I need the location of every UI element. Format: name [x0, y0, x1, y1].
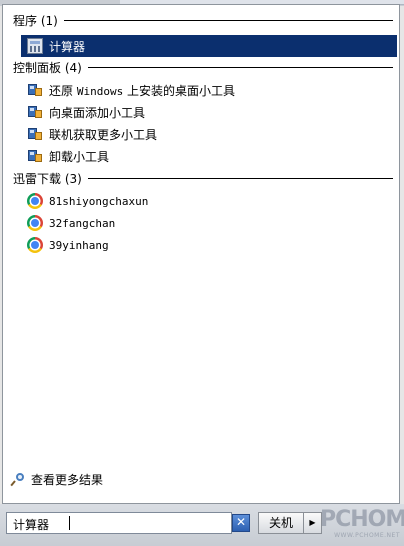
result-item-get-more-gadgets[interactable]: 联机获取更多小工具 [21, 123, 397, 145]
group-divider [63, 20, 393, 21]
result-item-uninstall-gadget[interactable]: 卸载小工具 [21, 145, 397, 167]
search-input[interactable]: 计算器 [6, 512, 232, 534]
group-header-control-panel: 控制面板 (4) [13, 58, 393, 76]
calculator-icon [27, 38, 43, 54]
chrome-icon [27, 237, 43, 253]
result-item-add-gadgets[interactable]: 向桌面添加小工具 [21, 101, 397, 123]
chevron-right-icon: ▶ [309, 518, 316, 527]
pchome-watermark: PCHOME WWW.PCHOME.NET [320, 507, 404, 544]
clear-search-button[interactable]: ✕ [232, 514, 250, 532]
shutdown-button[interactable]: 关机 [258, 512, 304, 534]
see-more-label: 查看更多结果 [31, 473, 104, 487]
start-menu-results-pane: 程序 (1) 计算器 控制面板 (4) 还原 Windows 上安装的桌面小工具… [2, 4, 400, 504]
search-input-value: 计算器 [13, 518, 50, 532]
group-title: 迅雷下载 (3) [13, 171, 82, 186]
watermark-url: WWW.PCHOME.NET [334, 532, 400, 539]
group-header-programs: 程序 (1) [13, 11, 393, 29]
result-label: 32fangchan [49, 216, 116, 230]
gadget-icon [27, 148, 43, 164]
chrome-icon [27, 215, 43, 231]
see-more-results-link[interactable]: 查看更多结果 [13, 471, 103, 488]
result-item-download[interactable]: 39yinhang [21, 234, 397, 256]
text-cursor [69, 516, 70, 530]
start-menu-bottom-bar: 计算器 ✕ 关机 ▶ PCHOME WWW.PCHOME.NET [0, 504, 404, 546]
result-label: 联机获取更多小工具 [49, 127, 158, 142]
result-label: 卸载小工具 [49, 149, 110, 164]
result-label: 还原 Windows 上安装的桌面小工具 [49, 83, 236, 98]
watermark-logo: PCHOME [320, 507, 404, 532]
result-label: 计算器 [49, 39, 86, 54]
result-item-download[interactable]: 32fangchan [21, 212, 397, 234]
group-divider [87, 67, 393, 68]
group-title: 程序 (1) [13, 13, 58, 28]
result-item-download[interactable]: 81shiyongchaxun [21, 190, 397, 212]
group-title: 控制面板 (4) [13, 60, 82, 75]
result-label: 81shiyongchaxun [49, 194, 149, 208]
close-icon: ✕ [235, 515, 247, 529]
group-header-thunder-downloads: 迅雷下载 (3) [13, 169, 393, 187]
group-divider [87, 178, 393, 179]
gadget-icon [27, 126, 43, 142]
result-item-calculator[interactable]: 计算器 [21, 35, 397, 57]
magnifier-icon [13, 472, 27, 487]
result-label: 向桌面添加小工具 [49, 105, 146, 120]
gadget-icon [27, 82, 43, 98]
gadget-icon [27, 104, 43, 120]
chrome-icon [27, 193, 43, 209]
result-item-restore-gadgets[interactable]: 还原 Windows 上安装的桌面小工具 [21, 79, 397, 101]
result-label: 39yinhang [49, 238, 109, 252]
